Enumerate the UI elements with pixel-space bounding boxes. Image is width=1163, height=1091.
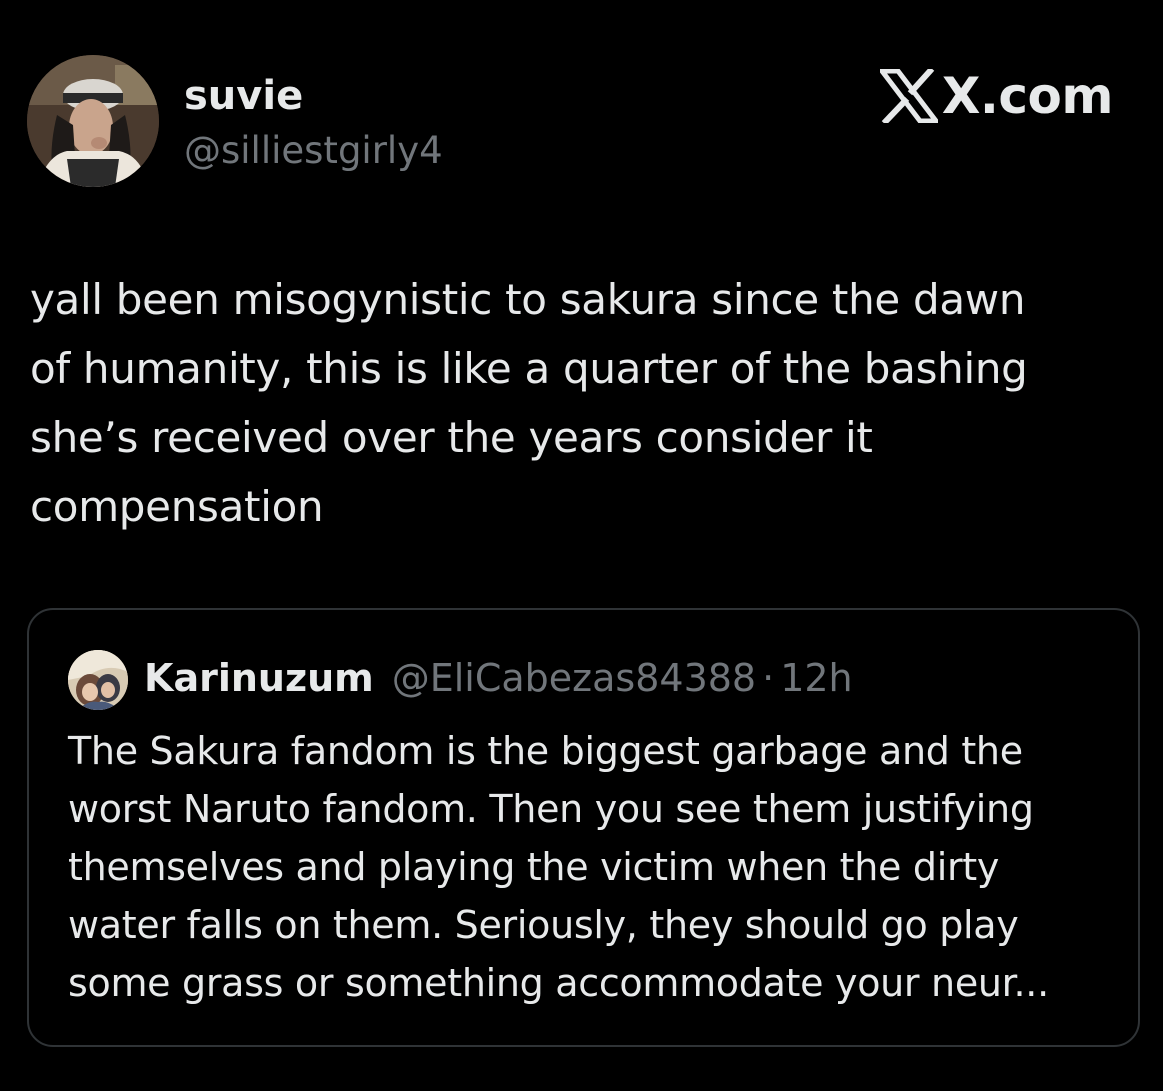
quote-author-avatar[interactable]	[68, 650, 128, 710]
quote-author-name[interactable]: Karinuzum	[144, 654, 374, 702]
author-display-name[interactable]: suvie	[184, 72, 303, 120]
quote-header: Karinuzum @EliCabezas84388 · 12h	[144, 654, 853, 702]
author-handle[interactable]: @silliestgirly4	[184, 128, 443, 174]
avatar-photo	[27, 55, 159, 187]
quote-timestamp[interactable]: 12h	[780, 654, 852, 702]
quote-author-handle[interactable]: @EliCabezas84388	[392, 654, 756, 702]
author-avatar[interactable]	[27, 55, 159, 187]
brand-text: X.com	[941, 67, 1114, 125]
quoted-tweet-card[interactable]: Karinuzum @EliCabezas84388 · 12h The Sak…	[27, 608, 1140, 1047]
tweet-text: yall been misogynistic to sakura since t…	[30, 275, 1028, 531]
quote-avatar-photo	[68, 650, 128, 710]
quote-text: The Sakura fandom is the biggest garbage…	[68, 729, 1049, 1005]
quote-separator: ·	[762, 656, 775, 700]
x-logo-icon	[879, 69, 938, 123]
brand-watermark: X.com	[879, 66, 1114, 126]
